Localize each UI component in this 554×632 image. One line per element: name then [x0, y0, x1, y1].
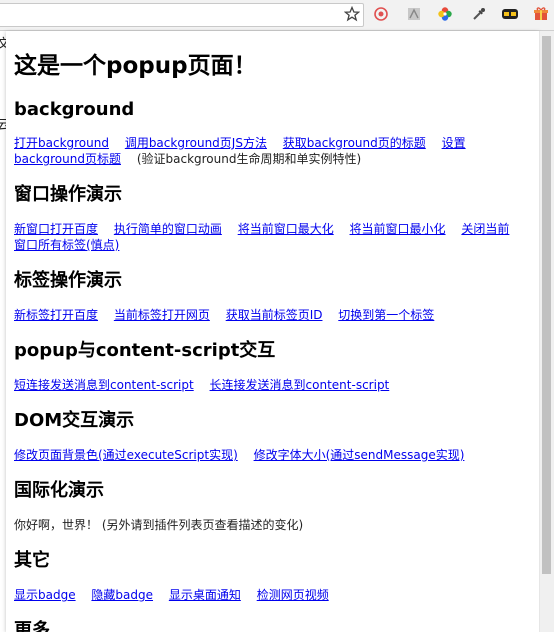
section-links: 修改页面背景色(通过executeScript实现) 修改字体大小(通过send… [14, 447, 514, 463]
action-link[interactable]: 长连接发送消息到content-script [210, 378, 390, 392]
section-heading: 窗口操作演示 [14, 184, 122, 205]
section-links: 打开background 调用background页JS方法 获取backgro… [14, 135, 514, 167]
popup-content: 这是一个popup页面！ background 打开background 调用ba… [14, 31, 530, 632]
popup-title: 这是一个popup页面！ [14, 53, 257, 79]
action-link[interactable]: 切换到第一个标签 [338, 308, 434, 322]
action-link[interactable]: 获取background页的标题 [283, 136, 426, 150]
extension-pdf-icon[interactable] [405, 5, 423, 23]
extension-red-icon[interactable] [372, 5, 390, 23]
scrollbar-thumb[interactable] [542, 36, 551, 574]
section-links: 新窗口打开百度 执行简单的窗口动画 将当前窗口最大化 将当前窗口最小化 关闭当前… [14, 221, 514, 253]
extension-popup: 这是一个popup页面！ background 打开background 调用ba… [6, 31, 539, 632]
action-link[interactable]: 新标签打开百度 [14, 308, 98, 322]
action-link[interactable]: 短连接发送消息到content-script [14, 378, 194, 392]
section-note: (验证background生命周期和单实例特性) [136, 152, 362, 166]
section-heading: popup与content-script交互 [14, 340, 276, 361]
extension-colorwheel-icon[interactable] [436, 5, 454, 23]
action-link[interactable]: 调用background页JS方法 [125, 136, 267, 150]
section-links: 短连接发送消息到content-script 长连接发送消息到content-s… [14, 377, 514, 393]
action-link[interactable]: 打开background [14, 136, 109, 150]
action-link[interactable]: 显示badge [14, 588, 76, 602]
section-heading: 其它 [14, 550, 50, 571]
action-link[interactable]: 将当前窗口最小化 [350, 222, 446, 236]
section-links: 显示badge 隐藏badge 显示桌面通知 检测网页视频 [14, 587, 514, 603]
browser-toolbar [0, 0, 554, 31]
section-heading: background [14, 99, 135, 120]
section-links: 你好啊，世界！ (另外请到插件列表页查看描述的变化) [14, 517, 514, 533]
section-heading: 更多 [14, 620, 50, 632]
action-link[interactable]: 修改页面背景色(通过executeScript实现) [14, 448, 238, 462]
action-link[interactable]: 执行简单的窗口动画 [114, 222, 222, 236]
action-link[interactable]: 当前标签打开网页 [114, 308, 210, 322]
gift-icon[interactable] [532, 5, 550, 23]
action-link[interactable]: 将当前窗口最大化 [238, 222, 334, 236]
action-link[interactable]: 新窗口打开百度 [14, 222, 98, 236]
extension-mask-icon[interactable] [501, 5, 519, 23]
address-bar[interactable] [0, 3, 364, 27]
action-link[interactable]: 检测网页视频 [257, 588, 329, 602]
section-heading: 国际化演示 [14, 480, 104, 501]
action-link[interactable]: 获取当前标签页ID [226, 308, 323, 322]
eyedropper-icon[interactable] [470, 5, 488, 23]
action-link[interactable]: 修改字体大小(通过sendMessage实现) [254, 448, 465, 462]
action-link[interactable]: 隐藏badge [91, 588, 153, 602]
section-heading: 标签操作演示 [14, 270, 122, 291]
section-heading: DOM交互演示 [14, 410, 135, 431]
action-link[interactable]: 显示桌面通知 [169, 588, 241, 602]
star-icon[interactable] [343, 5, 361, 23]
section-note: 你好啊，世界！ (另外请到插件列表页查看描述的变化) [14, 518, 304, 532]
section-links: 新标签打开百度 当前标签打开网页 获取当前标签页ID 切换到第一个标签 [14, 307, 514, 323]
